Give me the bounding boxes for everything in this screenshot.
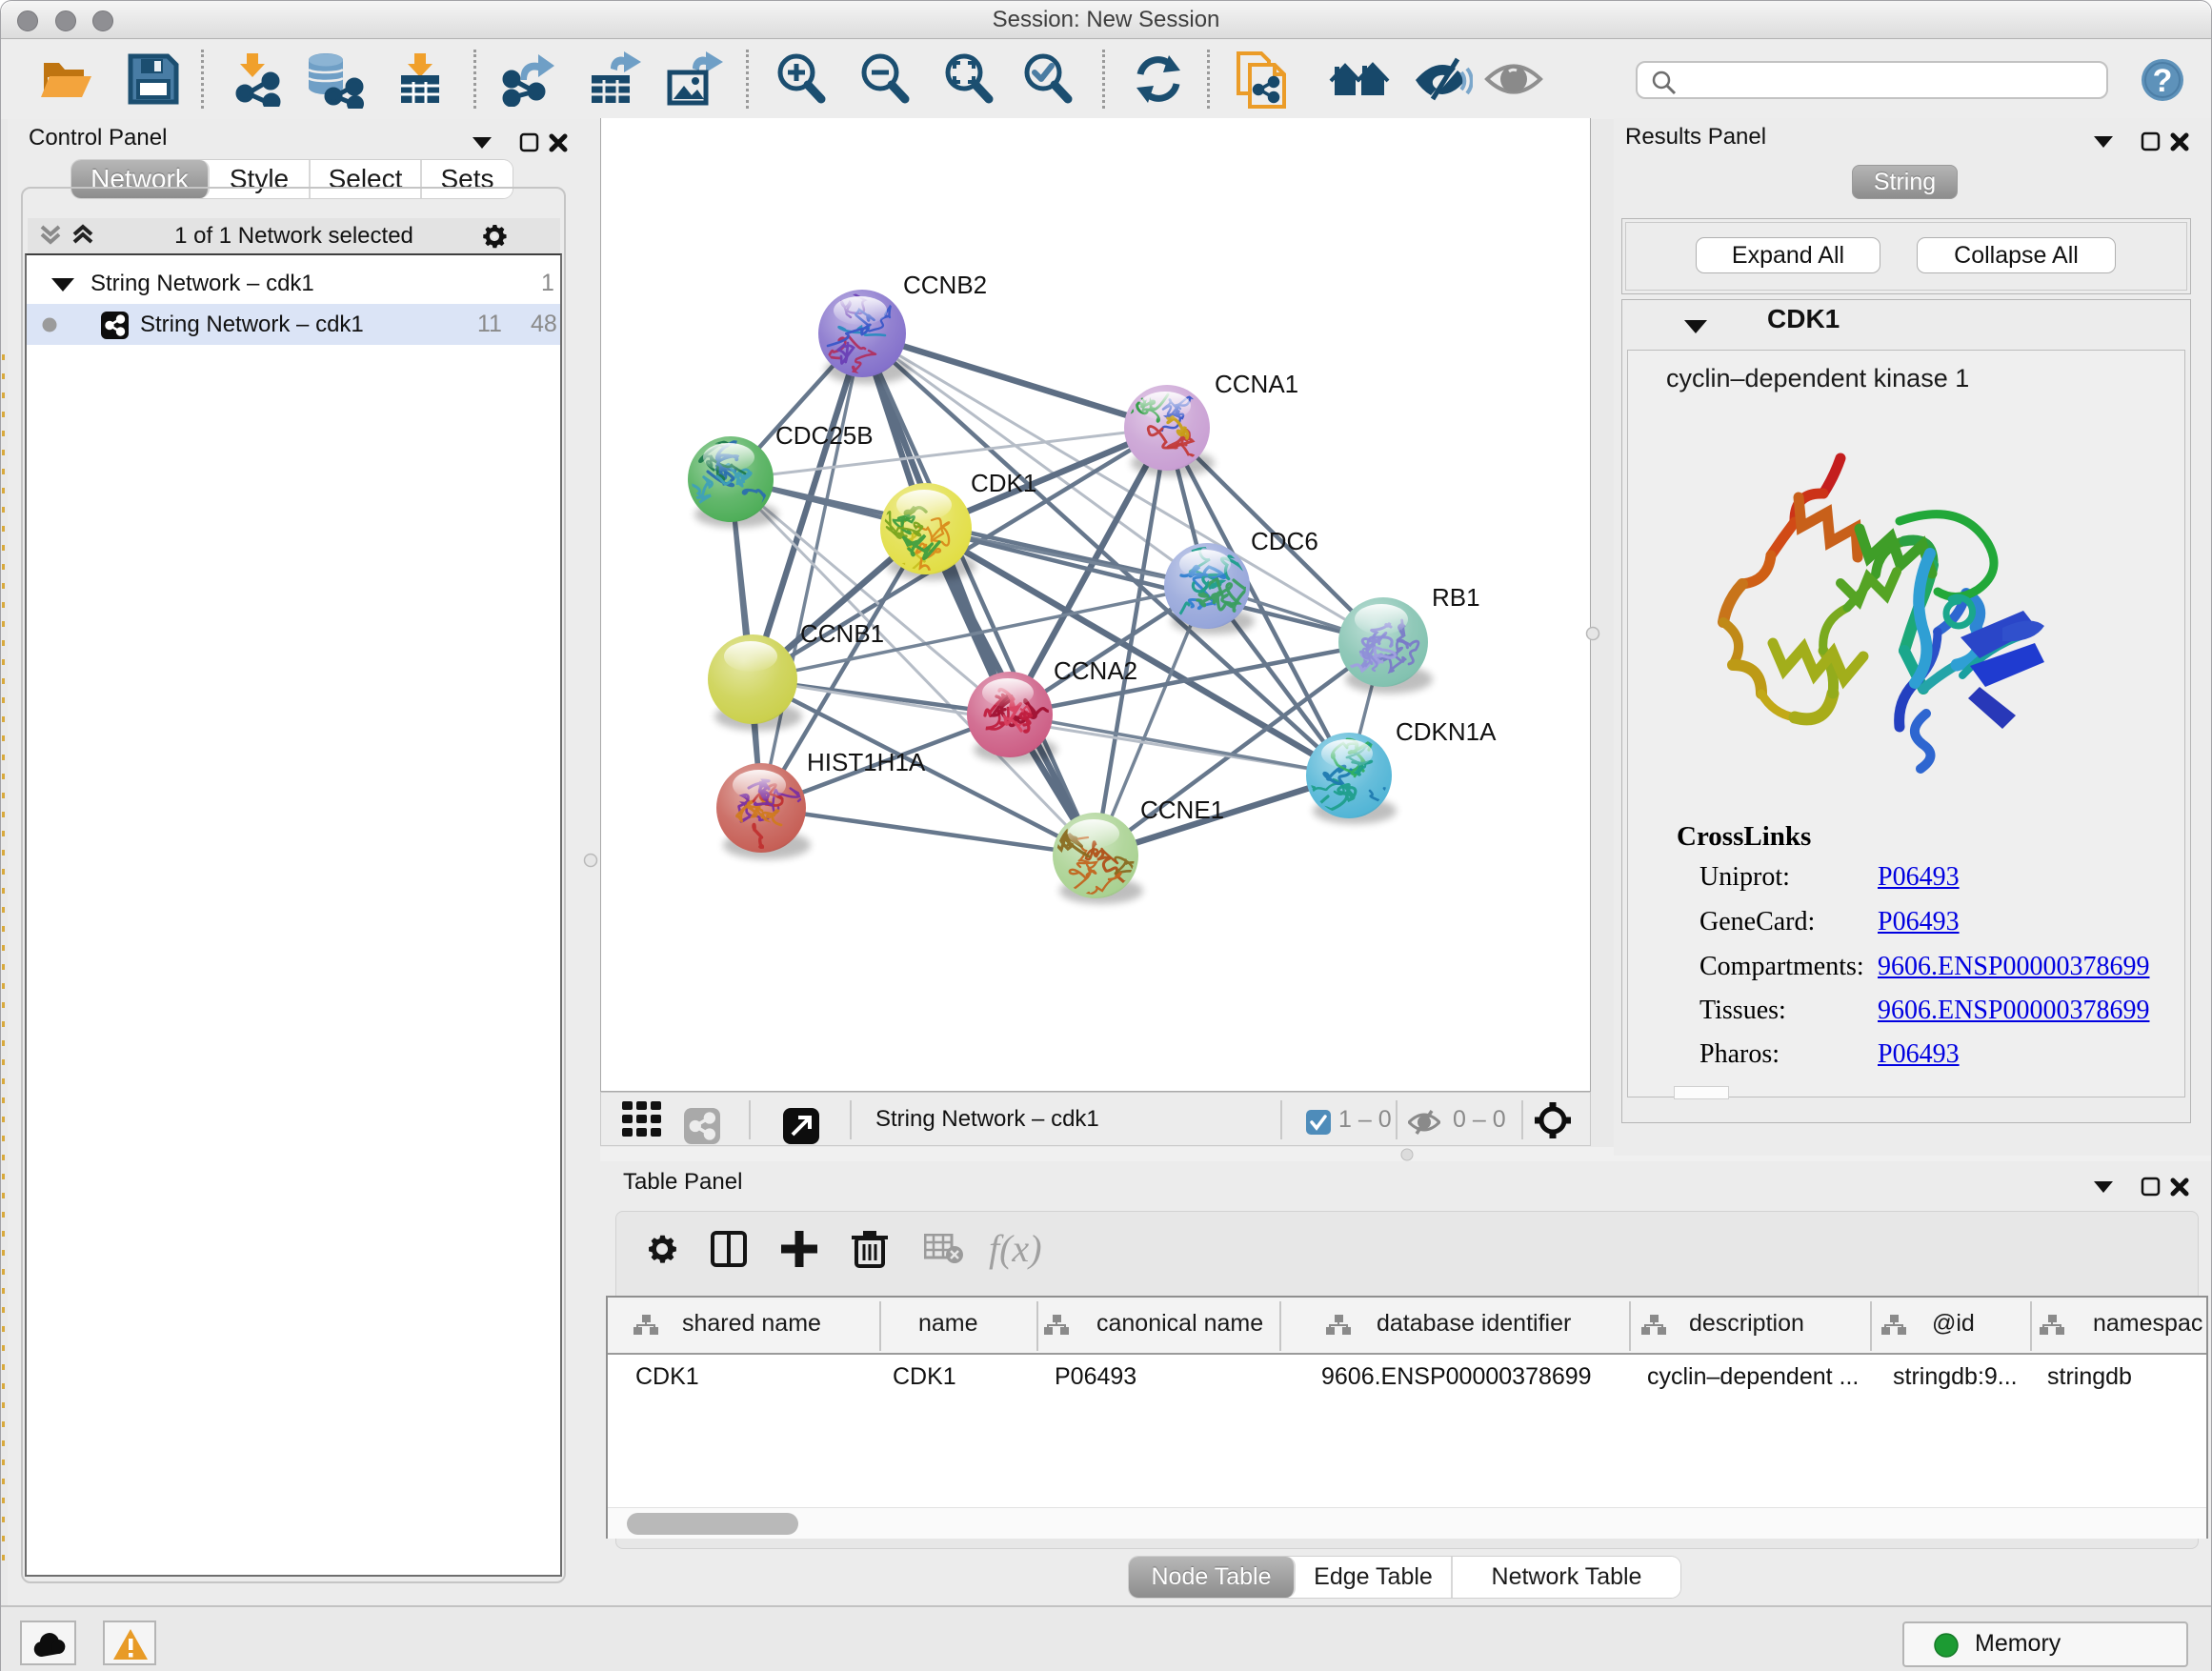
svg-text:CDK1: CDK1 [971,469,1036,497]
svg-text:CDKN1A: CDKN1A [1396,717,1497,746]
svg-text:?: ? [2153,63,2173,99]
svg-text:CCNE1: CCNE1 [1140,795,1224,824]
svg-text:CCNB1: CCNB1 [800,619,884,648]
svg-text:CCNA2: CCNA2 [1054,656,1137,685]
svg-text:CDC6: CDC6 [1251,527,1318,555]
svg-text:CCNB2: CCNB2 [903,271,987,299]
svg-text:CDC25B: CDC25B [775,421,874,450]
svg-text:RB1: RB1 [1432,583,1480,612]
svg-text:CCNA1: CCNA1 [1215,370,1298,398]
svg-text:HIST1H1A: HIST1H1A [807,748,926,776]
